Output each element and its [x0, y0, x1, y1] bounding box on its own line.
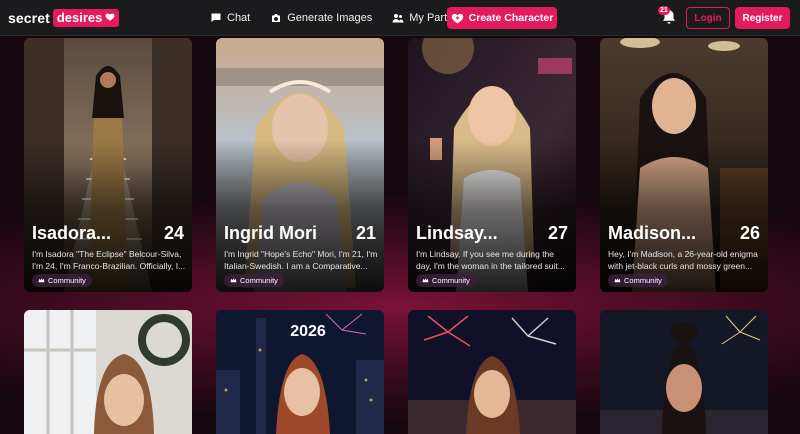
character-name: Isadora... — [32, 223, 112, 243]
brand-name-part2: desires — [52, 8, 120, 27]
brand-name-part2-text: desires — [56, 9, 103, 25]
community-tag-label: Community — [624, 276, 662, 285]
character-card-madison[interactable]: Madison... 26 Hey, I'm Madison, a 26-yea… — [600, 38, 768, 292]
character-description: I'm Lindsay. If you see me during the da… — [416, 249, 565, 271]
crown-icon — [230, 278, 237, 283]
register-button[interactable]: Register — [735, 7, 790, 29]
notifications-button[interactable]: 21 — [658, 6, 678, 26]
character-image — [24, 310, 192, 434]
character-age: 24 — [163, 223, 184, 243]
character-description: I'm Isadora "The Eclipse" Belcour-Silva,… — [32, 249, 186, 271]
chat-icon — [211, 13, 221, 22]
character-card-row2-3[interactable] — [408, 310, 576, 434]
community-tag: Community — [32, 274, 92, 287]
create-character-button[interactable]: Create Character — [447, 7, 557, 29]
create-character-label: Create Character — [468, 12, 554, 24]
character-description: Hey, I'm Madison, a 26-year-old enigma w… — [608, 249, 758, 271]
brand-logo[interactable]: secret desires — [8, 8, 120, 28]
character-card-row2-2[interactable]: 2026 — [216, 310, 384, 434]
character-image — [600, 310, 768, 434]
nav-chat[interactable]: Chat — [210, 12, 250, 24]
character-name: Ingrid Mori — [224, 223, 317, 243]
community-tag-label: Community — [432, 276, 470, 285]
character-age: 27 — [547, 223, 568, 243]
fireworks-year-text: 2026 — [290, 323, 326, 340]
character-image: 2026 — [216, 310, 384, 434]
community-tag-label: Community — [48, 276, 86, 285]
users-icon — [392, 14, 404, 23]
character-image — [408, 310, 576, 434]
heart-plus-icon — [451, 13, 463, 23]
character-description: I'm Ingrid "Hope's Echo" Mori, I'm 21, I… — [224, 249, 378, 271]
nav-generate-images[interactable]: Generate Images — [270, 12, 372, 24]
character-card-isadora[interactable]: Isadora... 24 I'm Isadora "The Eclipse" … — [24, 38, 192, 292]
character-age: 21 — [355, 223, 376, 243]
nav-generate-images-label: Generate Images — [287, 12, 373, 24]
crown-icon — [614, 278, 621, 283]
community-tag: Community — [224, 274, 284, 287]
character-name: Madison... — [608, 223, 697, 243]
character-age: 26 — [739, 223, 760, 243]
character-card-ingrid[interactable]: Ingrid Mori 21 I'm Ingrid "Hope's Echo" … — [216, 38, 384, 292]
top-navigation-bar: secret desires Chat Generate Images My P… — [0, 0, 800, 36]
login-button[interactable]: Login — [686, 7, 730, 29]
brand-name-part1: secret — [8, 9, 50, 26]
community-tag-label: Community — [240, 276, 278, 285]
crown-icon — [422, 278, 429, 283]
community-tag: Community — [416, 274, 476, 287]
character-card-lindsay[interactable]: Lindsay... 27 I'm Lindsay. If you see me… — [408, 38, 576, 292]
community-tag: Community — [608, 274, 668, 287]
nav-chat-label: Chat — [227, 12, 251, 24]
heart-icon — [105, 13, 115, 21]
character-name: Lindsay... — [416, 223, 498, 243]
camera-icon — [272, 14, 281, 22]
character-card-row2-4[interactable] — [600, 310, 768, 434]
character-card-row2-1[interactable] — [24, 310, 192, 434]
crown-icon — [38, 278, 45, 283]
notification-count-badge: 21 — [658, 6, 670, 15]
